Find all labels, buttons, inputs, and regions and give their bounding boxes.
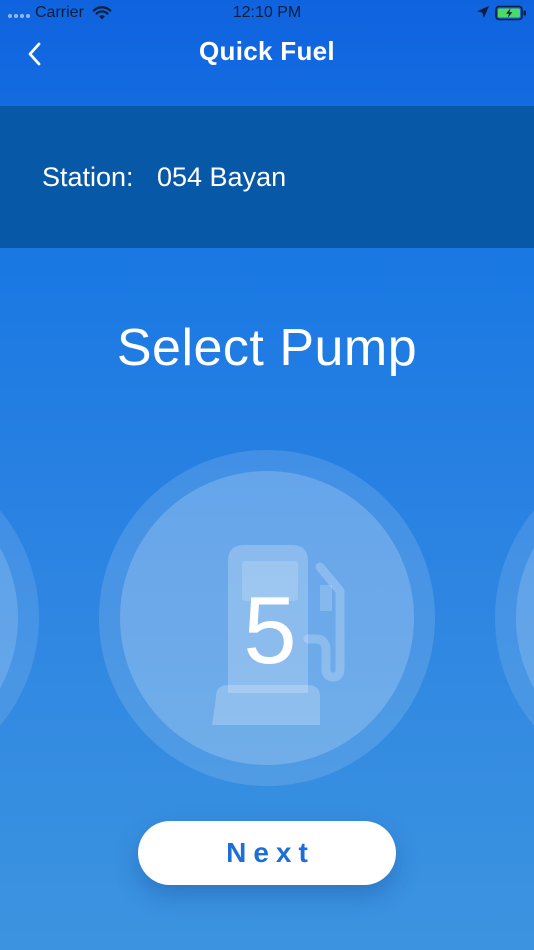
pump-option-next[interactable] — [495, 450, 534, 786]
nav-bar: Quick Fuel — [0, 26, 534, 106]
station-value: 054 Bayan — [157, 162, 287, 192]
battery-charging-icon — [495, 5, 526, 21]
status-time: 12:10 PM — [232, 4, 302, 21]
station-info-band: Station: 054 Bayan — [0, 106, 534, 248]
selected-pump-number: 5 — [243, 577, 297, 684]
location-arrow-icon — [477, 6, 489, 18]
page-title: Quick Fuel — [199, 36, 335, 66]
pump-option-selected[interactable]: 5 — [99, 450, 435, 786]
station-label: Station: — [42, 162, 134, 192]
next-button[interactable]: Next — [138, 821, 396, 885]
pump-option-previous[interactable] — [0, 450, 39, 786]
select-pump-heading: Select Pump — [116, 319, 418, 377]
next-button-label: Next — [226, 837, 315, 868]
status-bar: Carrier 12:10 PM — [0, 0, 534, 26]
pump-carousel[interactable]: 5 — [0, 450, 534, 790]
